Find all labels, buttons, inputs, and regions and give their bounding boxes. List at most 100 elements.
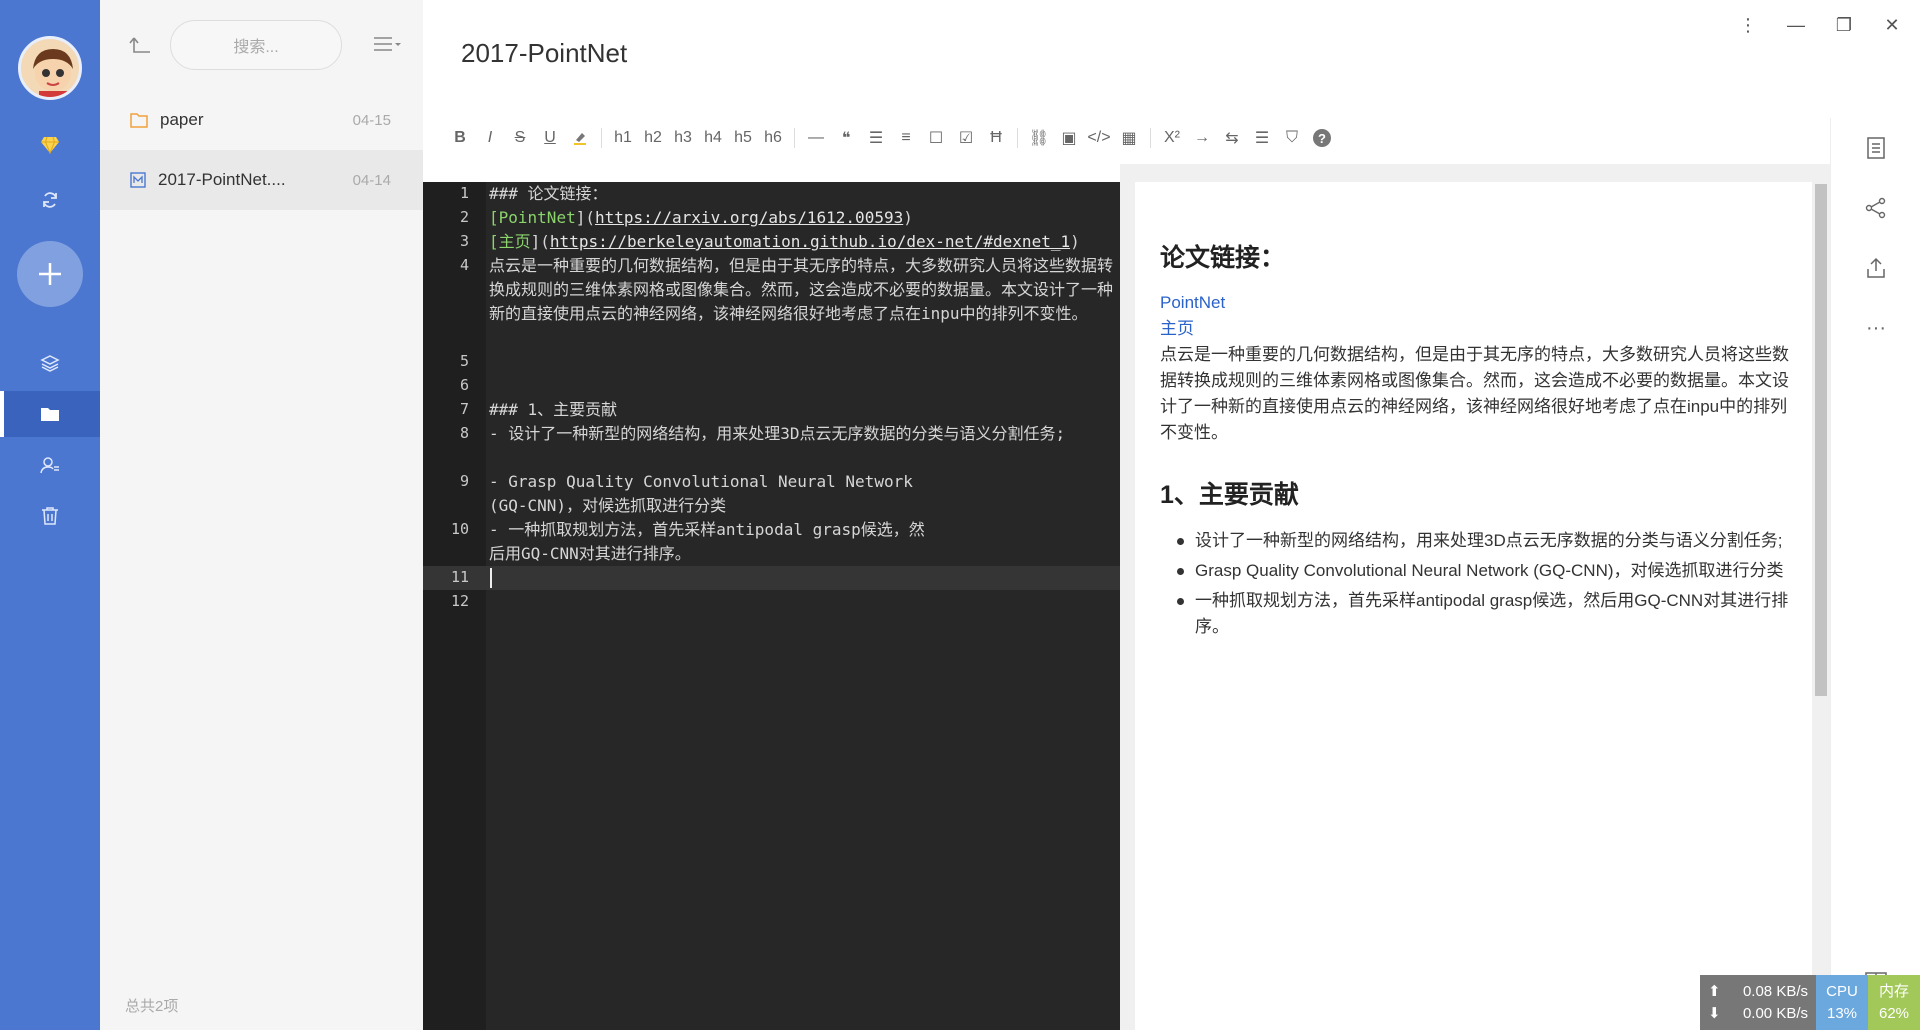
list-item-folder[interactable]: paper 04-15 [100,90,423,150]
search-input[interactable]: 搜索... [170,20,342,70]
bullet-list-icon[interactable]: ☰ [861,123,891,153]
h2-button[interactable]: h2 [638,123,668,153]
restore-button[interactable]: ❐ [1826,12,1862,38]
code-line-4: 点云是一种重要的几何数据结构，但是由于其无序的特点，大多数研究人员将这些数据转换… [489,256,1114,323]
checkbox-icon[interactable]: ☐ [921,123,951,153]
highlight-icon[interactable] [565,123,595,153]
code-line-7: ### 1、主要贡献 [489,400,618,419]
folder-nav-button[interactable] [0,391,100,437]
code-line-10: - 一种抓取规划方法，首先采样antipodal grasp候选，然后用GQ-C… [489,520,925,563]
minimize-button[interactable]: — [1778,12,1814,38]
item-count: 总共2项 [125,998,179,1015]
memory-usage: 内存 62% [1868,975,1920,1030]
back-up-icon[interactable] [128,34,152,61]
numbered-list-icon[interactable]: ≡ [891,123,921,153]
line-number: 2 [459,208,469,226]
preview-paragraph: 点云是一种重要的几何数据结构，但是由于其无序的特点，大多数研究人员将这些数据转换… [1160,345,1789,442]
outline-icon[interactable] [1831,128,1920,168]
download-arrow-icon: ⬇ [1708,1005,1721,1022]
layers-icon[interactable] [0,340,100,386]
preview-link-homepage[interactable]: 主页 [1160,316,1790,342]
toolbar-divider [1150,128,1151,148]
download-rate: 0.00 KB/s [1742,1005,1808,1022]
code-icon[interactable]: </> [1084,123,1114,153]
list-item-date: 04-15 [352,111,391,129]
list-item-date: 04-14 [352,171,391,189]
side-action-rail: ··· [1830,118,1920,1030]
preview-heading-contrib: 1、主要贡献 [1160,481,1299,509]
preview-link-pointnet[interactable]: PointNet [1160,290,1790,316]
line-number: 4 [459,256,469,274]
line-number: 9 [459,472,469,490]
list-item: Grasp Quality Convolutional Neural Netwo… [1160,558,1790,584]
line-number: 11 [450,568,469,586]
markdown-editor[interactable]: 1 2 3 4 5 6 7 8 9 10 11 12 ### 论文链接： [Po… [423,182,1120,1030]
network-speed: ⬆ 0.08 KB/s ⬇ 0.00 KB/s [1700,975,1816,1030]
folder-icon [130,113,148,128]
help-icon[interactable]: ? [1307,123,1337,153]
quote-icon[interactable]: ❝ [831,123,861,153]
italic-button[interactable]: I [475,123,505,153]
code-line-3: [主页](https://berkeleyautomation.github.i… [489,232,1080,251]
code-line-1: ### 论文链接： [489,184,608,203]
h3-button[interactable]: h3 [668,123,698,153]
format-toolbar: B I S U h1 h2 h3 h4 h5 h6 — ❝ ☰ ≡ ☐ ☑ Ħ … [423,118,1830,158]
line-number: 8 [459,424,469,442]
arrow-right-icon[interactable]: → [1187,123,1217,153]
shared-users-icon[interactable] [0,442,100,488]
heading-format-icon[interactable]: Ħ [981,123,1011,153]
toolbar-divider [794,128,795,148]
close-button[interactable]: ✕ [1874,12,1910,38]
preview-bullet-list: 设计了一种新型的网络结构，用来处理3D点云无序数据的分类与语义分割任务; Gra… [1160,528,1790,644]
preview-heading-links: 论文链接： [1160,244,1286,272]
note-title[interactable]: 2017-PointNet [461,38,627,69]
upload-arrow-icon: ⬆ [1708,983,1721,1000]
cpu-usage: CPU 13% [1816,975,1868,1030]
sort-menu-icon[interactable] [372,34,402,59]
image-icon[interactable]: ▣ [1054,123,1084,153]
toolbar-divider [1017,128,1018,148]
line-number: 6 [459,376,469,394]
link-icon[interactable]: ⛓ [1024,123,1054,153]
h4-button[interactable]: h4 [698,123,728,153]
share-icon[interactable] [1831,188,1920,228]
line-number: 7 [459,400,469,418]
checked-box-icon[interactable]: ☑ [951,123,981,153]
h5-button[interactable]: h5 [728,123,758,153]
new-note-button[interactable] [17,241,83,307]
list-item-name: paper [160,110,204,129]
sync-icon[interactable] [0,177,100,223]
more-vertical-icon[interactable]: ⋮ [1730,12,1766,38]
underline-button[interactable]: U [535,123,565,153]
window-controls: ⋮ — ❐ ✕ [1730,12,1920,38]
code-line-2: [PointNet](https://arxiv.org/abs/1612.00… [489,208,913,227]
swap-arrows-icon[interactable]: ⇆ [1217,123,1247,153]
list-item-note[interactable]: 2017-PointNet.... 04-14 [100,150,423,210]
strikethrough-button[interactable]: S [505,123,535,153]
list-item: 一种抓取规划方法，首先采样antipodal grasp候选，然后用GQ-CNN… [1160,588,1790,640]
trash-icon[interactable] [0,493,100,539]
h6-button[interactable]: h6 [758,123,788,153]
current-line-highlight [423,566,1120,590]
export-icon[interactable] [1831,248,1920,288]
list-item: 设计了一种新型的网络结构，用来处理3D点云无序数据的分类与语义分割任务; [1160,528,1790,554]
line-number: 3 [459,232,469,250]
bold-button[interactable]: B [445,123,475,153]
plus-icon [39,263,61,285]
scrollbar-thumb[interactable] [1815,184,1827,696]
align-icon[interactable]: ☰ [1247,123,1277,153]
table-icon[interactable]: ▦ [1114,123,1144,153]
upload-rate: 0.08 KB/s [1742,983,1808,1000]
user-avatar[interactable] [18,36,82,100]
h1-button[interactable]: h1 [608,123,638,153]
nav-rail [0,0,100,1030]
superscript-button[interactable]: X² [1157,123,1187,153]
more-horizontal-icon[interactable]: ··· [1831,308,1920,348]
folder-icon [41,408,59,421]
horizontal-rule-icon[interactable]: — [801,123,831,153]
vip-gem-icon[interactable] [0,122,100,168]
system-monitor-widget: ⬆ 0.08 KB/s ⬇ 0.00 KB/s CPU 13% 内存 62% [1700,975,1920,1030]
text-cursor [490,568,492,588]
preview-scrollbar[interactable] [1812,164,1830,1030]
theme-shirt-icon[interactable]: ⛉ [1277,123,1307,153]
